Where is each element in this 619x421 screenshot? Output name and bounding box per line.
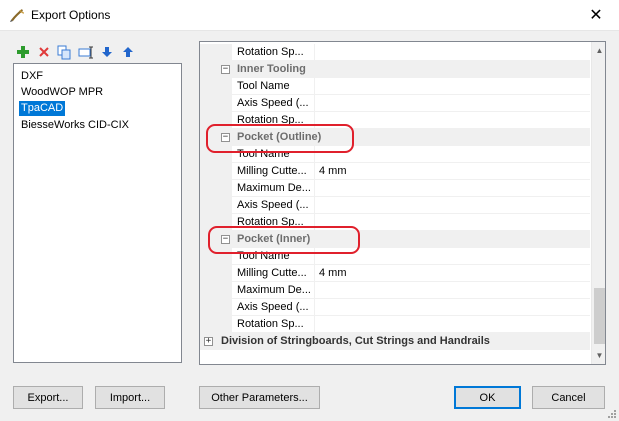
arrow-down-icon xyxy=(101,47,112,57)
property-name: Maximum De... xyxy=(237,182,311,194)
property-value[interactable]: 4 mm xyxy=(319,165,347,177)
property-row[interactable]: Rotation Sp... xyxy=(200,44,590,61)
copy-format-button[interactable] xyxy=(56,44,73,61)
property-row[interactable]: Tool Name xyxy=(200,146,590,163)
scroll-down-button[interactable]: ▼ xyxy=(592,347,605,364)
format-toolbar xyxy=(14,43,136,61)
property-row[interactable]: Axis Speed (... xyxy=(200,197,590,214)
collapse-icon[interactable]: − xyxy=(221,235,230,244)
close-button[interactable]: ✕ xyxy=(573,0,619,30)
close-icon: ✕ xyxy=(589,7,603,24)
scroll-up-button[interactable]: ▲ xyxy=(592,42,605,59)
category-division-stringboards[interactable]: + Division of Stringboards, Cut Strings … xyxy=(200,333,590,350)
property-name: Maximum De... xyxy=(237,284,311,296)
property-row[interactable]: Axis Speed (... xyxy=(200,299,590,316)
category-pocket-outline[interactable]: − Pocket (Outline) xyxy=(200,129,590,146)
property-name: Milling Cutte... xyxy=(237,267,307,279)
category-label: Inner Tooling xyxy=(237,63,306,75)
arrow-up-icon xyxy=(122,47,133,57)
export-button[interactable]: Export... xyxy=(13,386,83,409)
collapse-icon[interactable]: − xyxy=(221,65,230,74)
property-row[interactable]: Tool Name xyxy=(200,248,590,265)
collapse-icon[interactable]: − xyxy=(221,133,230,142)
category-label: Division of Stringboards, Cut Strings an… xyxy=(221,335,490,347)
rename-format-button[interactable] xyxy=(77,44,94,61)
add-format-button[interactable] xyxy=(14,44,31,61)
move-up-button[interactable] xyxy=(119,44,136,61)
title-bar: Export Options ✕ xyxy=(0,0,619,31)
expand-icon[interactable]: + xyxy=(204,337,213,346)
import-button[interactable]: Import... xyxy=(95,386,165,409)
property-name: Rotation Sp... xyxy=(237,318,304,330)
property-grid-scrollbar[interactable]: ▲ ▼ xyxy=(591,42,605,364)
category-label: Pocket (Inner) xyxy=(237,233,311,245)
property-name: Milling Cutte... xyxy=(237,165,307,177)
other-parameters-button[interactable]: Other Parameters... xyxy=(199,386,320,409)
list-item-tpacad[interactable]: TpaCAD xyxy=(19,101,66,116)
category-pocket-inner[interactable]: − Pocket (Inner) xyxy=(200,231,590,248)
property-row[interactable]: Maximum De... xyxy=(200,282,590,299)
property-row[interactable]: Milling Cutte... 4 mm xyxy=(200,265,590,282)
app-pen-icon xyxy=(10,9,25,22)
rename-icon xyxy=(78,46,93,58)
property-row[interactable]: Axis Speed (... xyxy=(200,95,590,112)
property-row[interactable]: Tool Name xyxy=(200,78,590,95)
property-row[interactable]: Milling Cutte... 4 mm xyxy=(200,163,590,180)
property-name: Rotation Sp... xyxy=(237,114,304,126)
property-grid[interactable]: Rotation Sp... − Inner Tooling Tool Name… xyxy=(199,41,606,365)
resize-grip-icon[interactable] xyxy=(607,409,617,419)
list-item-dxf[interactable]: DXF xyxy=(19,69,45,84)
property-row[interactable]: Rotation Sp... xyxy=(200,112,590,129)
property-name: Axis Speed (... xyxy=(237,97,309,109)
plus-icon xyxy=(16,46,29,58)
scroll-thumb[interactable] xyxy=(594,288,605,344)
property-value[interactable]: 4 mm xyxy=(319,267,347,279)
cancel-button[interactable]: Cancel xyxy=(532,386,605,409)
property-name: Tool Name xyxy=(237,250,290,262)
list-item-woodwop-mpr[interactable]: WoodWOP MPR xyxy=(19,85,105,100)
move-down-button[interactable] xyxy=(98,44,115,61)
delete-x-icon xyxy=(38,47,49,57)
property-name: Axis Speed (... xyxy=(237,301,309,313)
property-name: Tool Name xyxy=(237,80,290,92)
ok-button[interactable]: OK xyxy=(454,386,521,409)
list-item-biesseworks[interactable]: BiesseWorks CID-CIX xyxy=(19,118,131,133)
window-title: Export Options xyxy=(31,8,111,22)
export-format-list[interactable]: DXF WoodWOP MPR TpaCAD BiesseWorks CID-C… xyxy=(13,63,182,363)
property-name: Rotation Sp... xyxy=(237,216,304,228)
delete-format-button[interactable] xyxy=(35,44,52,61)
property-name: Rotation Sp... xyxy=(237,46,304,58)
property-row[interactable]: Maximum De... xyxy=(200,180,590,197)
property-row[interactable]: Rotation Sp... xyxy=(200,214,590,231)
property-name: Tool Name xyxy=(237,148,290,160)
property-name: Axis Speed (... xyxy=(237,199,309,211)
copy-icon xyxy=(57,45,71,59)
category-label: Pocket (Outline) xyxy=(237,131,322,143)
category-inner-tooling[interactable]: − Inner Tooling xyxy=(200,61,590,78)
property-row[interactable]: Rotation Sp... xyxy=(200,316,590,333)
